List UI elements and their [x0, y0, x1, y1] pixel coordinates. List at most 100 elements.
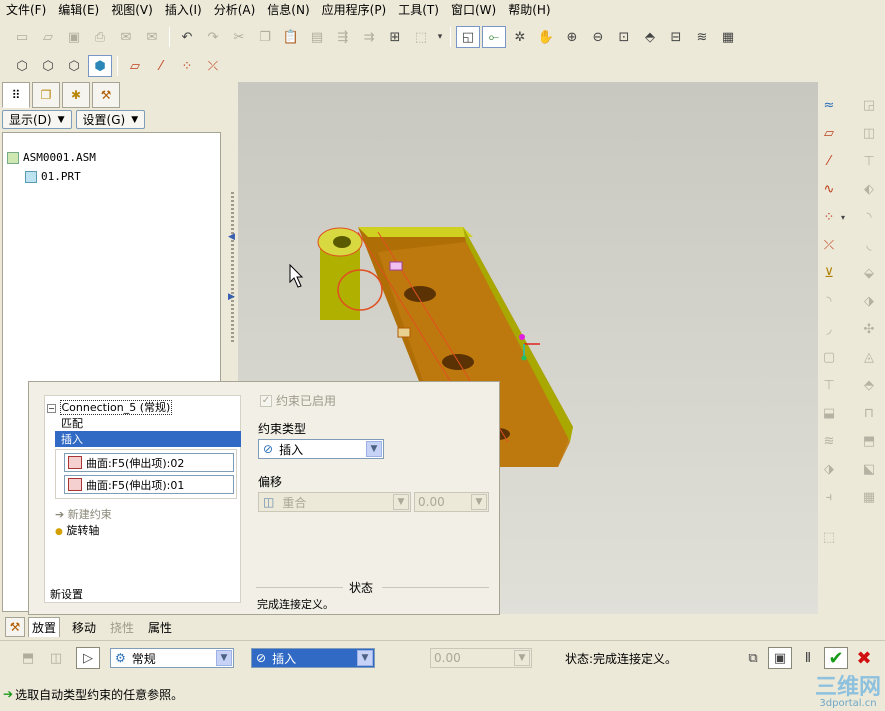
- chamfer-tool-icon[interactable]: ◞: [818, 318, 840, 340]
- connection-display-icon[interactable]: ⟜: [482, 26, 506, 48]
- constraint-select[interactable]: ⊘ 插入 ▼: [251, 648, 375, 668]
- menu-applications[interactable]: 应用程序(P): [316, 1, 393, 18]
- select-box-icon[interactable]: ⬚: [409, 26, 433, 48]
- datum-display-icon[interactable]: ◱: [456, 26, 480, 48]
- tree-node-assembly[interactable]: ASM0001.ASM: [7, 151, 96, 164]
- extrude-tool-icon[interactable]: ◲: [858, 94, 880, 116]
- trim-tool-icon[interactable]: ◬: [858, 346, 880, 368]
- cut-icon[interactable]: ✂: [227, 26, 251, 48]
- paste-icon[interactable]: 📋: [279, 26, 303, 48]
- paste-special-icon[interactable]: ▤: [305, 26, 329, 48]
- undo-icon[interactable]: ↶: [175, 26, 199, 48]
- settings-dropdown[interactable]: 设置(G) ▼: [75, 110, 146, 129]
- menu-analysis[interactable]: 分析(A): [208, 1, 262, 18]
- datum-point-icon[interactable]: ⁘: [175, 55, 199, 77]
- warp-tool-icon[interactable]: ≋: [818, 430, 840, 452]
- constraint-item-match[interactable]: 匹配: [55, 415, 241, 430]
- find-icon[interactable]: ⊞: [383, 26, 407, 48]
- offset-value-input[interactable]: 0.00 ▼: [414, 492, 489, 512]
- project-tool-icon[interactable]: ⬒: [858, 430, 880, 452]
- collapse-left-icon[interactable]: ◀: [228, 232, 235, 242]
- reorient-icon[interactable]: ⬘: [638, 26, 662, 48]
- tab-move[interactable]: 移动: [70, 618, 98, 637]
- pause-icon[interactable]: Ⅱ: [796, 647, 820, 669]
- round-tool-icon[interactable]: ◝: [818, 290, 840, 312]
- expand-right-icon[interactable]: ▶: [228, 292, 235, 302]
- mirror-tool-icon[interactable]: ⫞: [818, 486, 840, 508]
- menu-tools[interactable]: 工具(T): [392, 1, 445, 18]
- auto-constraint-icon[interactable]: ◫: [44, 647, 68, 669]
- no-hidden-icon[interactable]: ⬡: [62, 55, 86, 77]
- reference-1[interactable]: 曲面:F5(伸出项):02: [64, 453, 234, 472]
- thicken-tool-icon[interactable]: ⬗: [858, 290, 880, 312]
- menu-insert[interactable]: 插入(I): [159, 1, 208, 18]
- menu-info[interactable]: 信息(N): [261, 1, 315, 18]
- favorites-tab-icon[interactable]: ✱: [62, 82, 90, 108]
- cut-tool-icon[interactable]: ◟: [858, 234, 880, 256]
- shell-tool-icon[interactable]: ▢: [818, 346, 840, 368]
- coord-sys-tool-icon[interactable]: ⤫: [818, 234, 840, 256]
- shading-icon[interactable]: ⬢: [88, 55, 112, 77]
- send-mail-2-icon[interactable]: ✉: [140, 26, 164, 48]
- datum-plane-icon[interactable]: ▱: [123, 55, 147, 77]
- spin-center-icon[interactable]: ✲: [508, 26, 532, 48]
- bottom-offset-input[interactable]: 0.00 ▼: [430, 648, 532, 668]
- confirm-checkmark-icon[interactable]: ✔: [824, 647, 848, 669]
- hole-tool-icon[interactable]: ◝: [858, 206, 880, 228]
- connections-tab-icon[interactable]: ⚒: [92, 82, 120, 108]
- connection-node[interactable]: − Connection_5 (常规): [47, 399, 173, 415]
- connection-toggle-icon[interactable]: ▷: [76, 647, 100, 669]
- merge-tool-icon[interactable]: ✣: [858, 318, 880, 340]
- dropdown-arrow-icon[interactable]: ▾: [435, 26, 445, 48]
- menu-view[interactable]: 视图(V): [105, 1, 159, 18]
- regen-manager-icon[interactable]: ⇉: [357, 26, 381, 48]
- zoom-out-icon[interactable]: ⊖: [586, 26, 610, 48]
- draft-tool-icon[interactable]: ⬓: [818, 402, 840, 424]
- coord-sys-icon[interactable]: ⤫: [201, 55, 225, 77]
- solidify-tool-icon[interactable]: ⬕: [858, 458, 880, 480]
- dashboard-menu-icon[interactable]: ⚒: [5, 617, 25, 637]
- refit-icon[interactable]: ⊡: [612, 26, 636, 48]
- analysis-feature-icon[interactable]: ⊻: [818, 262, 840, 284]
- user-defined-icon[interactable]: ⬒: [16, 647, 40, 669]
- tab-flexibility[interactable]: 挠性: [108, 618, 136, 637]
- sketch-tool-icon[interactable]: ≈: [818, 94, 840, 116]
- datum-curve-tool-icon[interactable]: ∿: [818, 178, 840, 200]
- new-file-icon[interactable]: ▭: [10, 26, 34, 48]
- separate-window-icon[interactable]: ⧉: [741, 647, 765, 669]
- copy-icon[interactable]: ❐: [253, 26, 277, 48]
- offset-tool-icon[interactable]: ⬙: [858, 262, 880, 284]
- collapse-icon[interactable]: −: [47, 403, 56, 413]
- chevron-down-icon[interactable]: ▾: [838, 206, 848, 228]
- intersect-tool-icon[interactable]: ⊓: [858, 402, 880, 424]
- send-mail-icon[interactable]: ✉: [114, 26, 138, 48]
- grid-tool-icon[interactable]: ▦: [858, 486, 880, 508]
- pattern-tool-icon[interactable]: ⬗: [818, 458, 840, 480]
- menu-file[interactable]: 文件(F): [0, 1, 52, 18]
- new-constraint[interactable]: ➔ 新建约束: [55, 506, 112, 522]
- model-tree-tab-icon[interactable]: ⠿: [2, 82, 30, 108]
- tab-properties[interactable]: 属性: [146, 618, 174, 637]
- constraint-enabled-checkbox[interactable]: ✓ 约束已启用: [260, 392, 336, 409]
- constraint-item-insert[interactable]: 插入: [55, 431, 241, 447]
- pan-hand-icon[interactable]: ✋: [534, 26, 558, 48]
- connection-type-select[interactable]: ⚙ 常规 ▼: [110, 648, 234, 668]
- layers-icon[interactable]: ≋: [690, 26, 714, 48]
- datum-plane-tool-icon[interactable]: ▱: [818, 122, 840, 144]
- rib-tool-icon[interactable]: ⊤: [818, 374, 840, 396]
- saved-views-icon[interactable]: ⊟: [664, 26, 688, 48]
- rotation-axis[interactable]: ● 旋转轴: [55, 522, 99, 538]
- view-manager-icon[interactable]: ▦: [716, 26, 740, 48]
- surface-tool-icon[interactable]: ⬚: [818, 526, 840, 548]
- reference-2[interactable]: 曲面:F5(伸出项):01: [64, 475, 234, 494]
- print-icon[interactable]: ⎙: [88, 26, 112, 48]
- open-file-icon[interactable]: ▱: [36, 26, 60, 48]
- blend-tool-icon[interactable]: ⬖: [858, 178, 880, 200]
- new-set[interactable]: 新设置: [50, 586, 83, 602]
- tab-placement[interactable]: 放置: [28, 617, 61, 637]
- offset-type-select[interactable]: ◫ 重合 ▼: [258, 492, 411, 512]
- zoom-in-icon[interactable]: ⊕: [560, 26, 584, 48]
- sweep-tool-icon[interactable]: ⊤: [858, 150, 880, 172]
- show-dropdown[interactable]: 显示(D) ▼: [2, 110, 72, 129]
- constraint-type-select[interactable]: ⊘ 插入 ▼: [258, 439, 384, 459]
